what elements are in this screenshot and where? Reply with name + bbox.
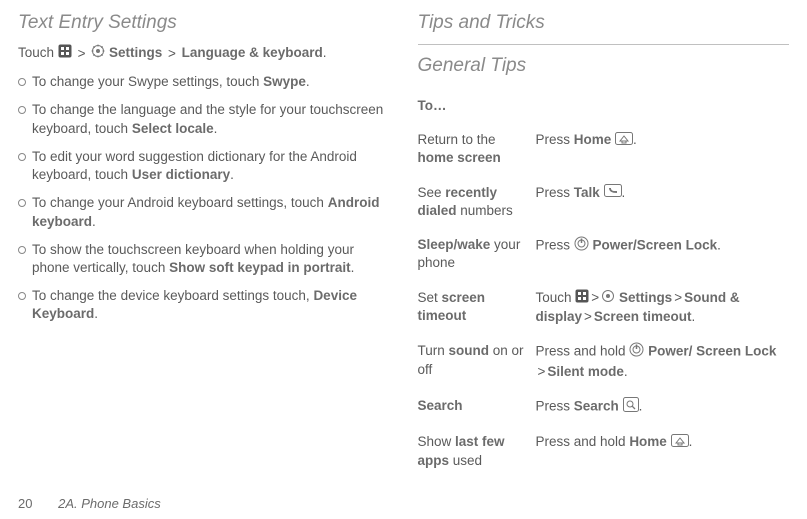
tips-title: Tips and Tricks [418, 12, 790, 34]
bullet-bold: Swype [263, 74, 306, 89]
settings-label: Settings [109, 45, 162, 60]
table-row: See recently dialed numbersPress Talk . [418, 176, 790, 228]
table-row: SearchPress Search . [418, 389, 790, 425]
tip-action: Set screen timeout [418, 281, 536, 335]
tip-instruction: Touch > Settings > Sound & display > Scr… [536, 281, 790, 335]
divider [418, 44, 790, 45]
bullet-item: To change your Swype settings, touch Swy… [18, 73, 390, 91]
lang-keyboard-label: Language & keyboard [182, 45, 323, 60]
search-icon [623, 397, 639, 417]
chevron-icon: > [591, 289, 599, 307]
left-column: Text Entry Settings Touch > Settings > L… [18, 10, 404, 478]
bullet-post: . [214, 121, 218, 136]
tip-action: Return to the home screen [418, 123, 536, 175]
tip-instruction: Press and hold Power/ Screen Lock > Sile… [536, 334, 790, 389]
chevron-icon: > [674, 289, 682, 307]
bullet-post: . [230, 167, 234, 182]
bullet-bold: Show soft keypad in portrait [169, 260, 351, 275]
talk-icon [604, 184, 622, 202]
tip-instruction: Press Home . [536, 123, 790, 175]
table-row: Return to the home screenPress Home . [418, 123, 790, 175]
bullet-post: . [351, 260, 355, 275]
table-row: Turn sound on or offPress and hold Power… [418, 334, 790, 389]
chevron-icon: > [168, 45, 176, 63]
bullet-post: . [92, 214, 96, 229]
bullet-pre: To change your Swype settings, touch [32, 74, 263, 89]
tip-action: Search [418, 389, 536, 425]
page-number: 20 [18, 496, 32, 511]
bullet-bold: User dictionary [132, 167, 230, 182]
chevron-icon: > [538, 363, 546, 381]
table-row: Sleep/wake your phonePress Power/Screen … [418, 228, 790, 280]
section-name: 2A. Phone Basics [58, 496, 161, 511]
bullet-item: To change the device keyboard settings t… [18, 287, 390, 323]
tip-action: Turn sound on or off [418, 334, 536, 389]
bullet-bold: Select locale [132, 121, 214, 136]
gear-icon [91, 44, 105, 63]
bullet-pre: To change the device keyboard settings t… [32, 288, 313, 303]
chevron-icon: > [584, 308, 592, 326]
menu-icon [575, 289, 589, 308]
gear-icon [601, 289, 615, 308]
text-entry-title: Text Entry Settings [18, 12, 390, 34]
general-tips-title: General Tips [418, 55, 790, 77]
tip-action: Show last few apps used [418, 425, 536, 477]
period: . [323, 45, 327, 60]
menu-icon [58, 44, 72, 63]
tip-instruction: Press and hold Home . [536, 425, 790, 477]
table-row: Show last few apps usedPress and hold Ho… [418, 425, 790, 477]
power-icon [629, 342, 644, 362]
tip-instruction: Press Talk . [536, 176, 790, 228]
home-icon [671, 434, 689, 452]
bullet-item: To change your Android keyboard settings… [18, 194, 390, 230]
chevron-icon: > [78, 45, 86, 63]
bullet-item: To show the touchscreen keyboard when ho… [18, 241, 390, 277]
bullet-post: . [306, 74, 310, 89]
page-footer: 20 2A. Phone Basics [18, 496, 161, 511]
home-icon [615, 132, 633, 150]
bullet-pre: To change your Android keyboard settings… [32, 195, 328, 210]
to-header: To… [418, 89, 790, 123]
power-icon [574, 236, 589, 256]
bullet-item: To change the language and the style for… [18, 101, 390, 137]
right-column: Tips and Tricks General Tips To… Return … [404, 10, 790, 478]
table-row: Set screen timeoutTouch > Settings > Sou… [418, 281, 790, 335]
tip-action: See recently dialed numbers [418, 176, 536, 228]
intro-pre: Touch [18, 45, 54, 60]
tip-instruction: Press Search . [536, 389, 790, 425]
tip-instruction: Press Power/Screen Lock. [536, 228, 790, 280]
bullet-post: . [94, 306, 98, 321]
intro-line: Touch > Settings > Language & keyboard. [18, 44, 390, 63]
bullet-item: To edit your word suggestion dictionary … [18, 148, 390, 184]
tip-action: Sleep/wake your phone [418, 228, 536, 280]
bullet-list: To change your Swype settings, touch Swy… [18, 73, 390, 323]
tips-table: To… Return to the home screenPress Home … [418, 89, 790, 478]
